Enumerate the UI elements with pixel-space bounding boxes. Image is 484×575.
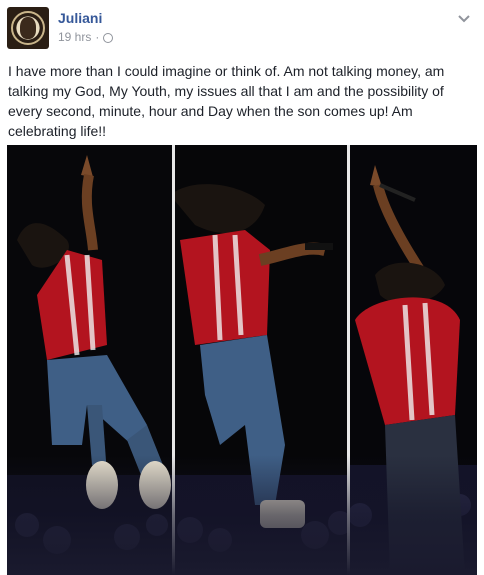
avatar-face — [20, 17, 36, 39]
post-text: I have more than I could imagine or thin… — [8, 63, 445, 139]
facebook-post: Juliani 19 hrs · I have more than I coul… — [0, 0, 484, 575]
globe-icon[interactable] — [103, 33, 114, 43]
avatar[interactable] — [7, 7, 49, 49]
chevron-down-icon[interactable] — [456, 10, 472, 26]
meta-separator: · — [95, 30, 100, 44]
post-meta: 19 hrs · — [58, 30, 114, 44]
stage-lights — [7, 455, 477, 575]
post-time[interactable]: 19 hrs — [58, 30, 91, 44]
post-photo[interactable] — [7, 145, 477, 575]
author-name[interactable]: Juliani — [58, 10, 102, 26]
